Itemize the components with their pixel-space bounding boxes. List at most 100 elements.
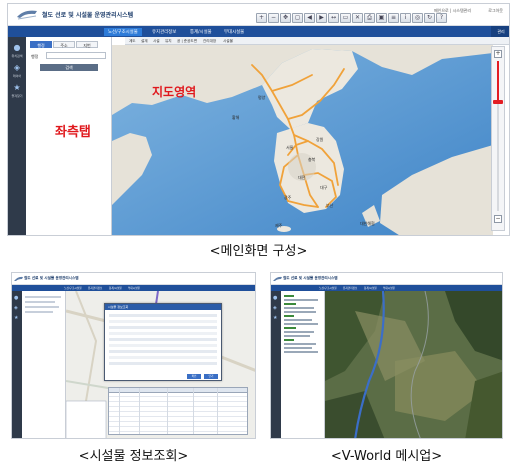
table-row[interactable] xyxy=(109,398,247,402)
nav-item[interactable]: 노선/구조시설물 xyxy=(64,286,82,290)
satellite-map-view[interactable] xyxy=(325,291,503,439)
facility-info-dialog[interactable]: 시설물 정보조회 확인 닫기 xyxy=(104,303,222,381)
form-row[interactable] xyxy=(109,320,217,323)
nav-item-statistics[interactable]: 통계/시설물 xyxy=(186,28,216,36)
list-item[interactable] xyxy=(25,306,59,308)
map-canvas[interactable] xyxy=(112,45,493,236)
tab-address[interactable]: 주소 xyxy=(53,41,75,48)
zoom-slider[interactable]: + − xyxy=(491,46,505,231)
distance-icon[interactable]: ↔ xyxy=(328,13,339,23)
subnav-item[interactable]: 시설물 xyxy=(223,39,233,44)
table-row[interactable] xyxy=(109,408,247,412)
pan-icon[interactable]: ✥ xyxy=(280,13,291,23)
star-icon[interactable]: ★ xyxy=(11,83,23,92)
star-icon[interactable]: ★ xyxy=(14,315,18,321)
side-icon-bar: ● ◈ ★ xyxy=(271,291,281,438)
tree-node[interactable] xyxy=(284,303,296,305)
nav-item[interactable]: 유지관리정보 xyxy=(343,286,357,290)
tab-lot[interactable]: 지번 xyxy=(76,41,98,48)
layers-icon[interactable]: ◈ xyxy=(11,63,23,72)
search-button[interactable]: 검색 xyxy=(40,64,98,71)
region-select[interactable] xyxy=(46,52,106,59)
form-row[interactable] xyxy=(109,326,217,329)
table-row[interactable] xyxy=(109,393,247,397)
subnav-item[interactable]: 계도 xyxy=(129,39,136,44)
facility-table xyxy=(108,387,248,435)
full-extent-icon[interactable]: ◻ xyxy=(292,13,303,23)
print-icon[interactable]: ⎙ xyxy=(364,13,375,23)
tree-node[interactable] xyxy=(284,351,318,353)
form-row[interactable] xyxy=(109,314,217,317)
table-row[interactable] xyxy=(109,423,247,427)
layers-icon[interactable]: ◈ xyxy=(14,305,18,311)
table-row[interactable] xyxy=(109,418,247,422)
main-nav: 노선/구조시설물 유지관리정보 통계/시설물 부대시설물 관리 xyxy=(8,26,509,37)
confirm-button[interactable]: 확인 xyxy=(187,374,201,379)
nav-admin[interactable]: 관리 xyxy=(491,26,509,37)
tree-node[interactable] xyxy=(284,315,294,317)
form-row[interactable] xyxy=(109,332,217,335)
form-row[interactable] xyxy=(109,356,217,359)
prev-extent-icon[interactable]: ◀ xyxy=(304,13,315,23)
nav-item[interactable]: 부대시설물 xyxy=(383,286,395,290)
tree-node[interactable] xyxy=(284,299,318,301)
zoom-handle[interactable] xyxy=(493,100,503,104)
zoom-minus-icon[interactable]: − xyxy=(494,215,502,223)
nav-item[interactable]: 통계/시설물 xyxy=(364,286,377,290)
logout-link[interactable]: 로그아웃 xyxy=(488,8,503,14)
next-extent-icon[interactable]: ▶ xyxy=(316,13,327,23)
subnav-item[interactable]: 설계 xyxy=(141,39,148,44)
table-row[interactable] xyxy=(109,413,247,417)
list-item[interactable] xyxy=(25,301,55,303)
save-icon[interactable]: ▣ xyxy=(376,13,387,23)
form-row[interactable] xyxy=(109,362,217,365)
tree-node[interactable] xyxy=(284,339,294,341)
tree-node[interactable] xyxy=(284,319,312,321)
tree-node[interactable] xyxy=(284,335,310,337)
area-icon[interactable]: ▭ xyxy=(340,13,351,23)
tree-node[interactable] xyxy=(284,347,312,349)
tree-node[interactable] xyxy=(284,343,316,345)
list-item[interactable] xyxy=(25,311,53,313)
star-icon[interactable]: ★ xyxy=(273,315,277,321)
map-pin-icon[interactable]: ● xyxy=(11,43,23,52)
zoom-out-icon[interactable]: − xyxy=(268,13,279,23)
table-row[interactable] xyxy=(109,428,247,432)
subnav-item[interactable]: 공 | 준공도면 xyxy=(177,39,197,44)
tab-admin[interactable]: 행정 xyxy=(30,41,52,48)
nav-item-maintenance[interactable]: 유지관리정보 xyxy=(148,28,180,36)
clear-icon[interactable]: ✕ xyxy=(352,13,363,23)
nav-item-facility[interactable]: 부대시설물 xyxy=(220,28,248,36)
list-item[interactable] xyxy=(25,296,61,298)
tree-node[interactable] xyxy=(284,331,314,333)
nav-item[interactable]: 유지관리정보 xyxy=(88,286,102,290)
map-pin-icon[interactable]: ● xyxy=(273,295,277,301)
tree-node[interactable] xyxy=(284,323,318,325)
layers-icon[interactable]: ◈ xyxy=(273,305,277,311)
overview-icon[interactable]: ◎ xyxy=(412,13,423,23)
map-pin-icon[interactable]: ● xyxy=(14,295,18,301)
subnav-item[interactable]: 관리대장 xyxy=(203,39,216,44)
close-button[interactable]: 닫기 xyxy=(204,374,218,379)
info-icon[interactable]: i xyxy=(400,13,411,23)
tree-node[interactable] xyxy=(284,307,314,309)
help-icon[interactable]: ? xyxy=(436,13,447,23)
zoom-plus-icon[interactable]: + xyxy=(494,50,502,58)
tree-node[interactable] xyxy=(284,311,316,313)
nav-item-route[interactable]: 노선/구조시설물 xyxy=(104,28,142,36)
form-row[interactable] xyxy=(109,344,217,347)
layer-icon[interactable]: ≡ xyxy=(388,13,399,23)
tree-node[interactable] xyxy=(284,295,294,297)
map-view[interactable]: 지도영역 평양 황해 서울 강원 충북 대전 대구 광주 부산 제주 대한해협 xyxy=(112,45,493,236)
form-row[interactable] xyxy=(109,350,217,353)
subnav-item[interactable]: 유지 xyxy=(165,39,172,44)
form-row[interactable] xyxy=(109,338,217,341)
nav-item[interactable]: 통계/시설물 xyxy=(109,286,122,290)
table-row[interactable] xyxy=(109,403,247,407)
tree-node[interactable] xyxy=(284,327,296,329)
refresh-icon[interactable]: ↻ xyxy=(424,13,435,23)
zoom-in-icon[interactable]: + xyxy=(256,13,267,23)
subnav-item[interactable]: 시설 xyxy=(153,39,160,44)
nav-item[interactable]: 노선/구조시설물 xyxy=(319,286,337,290)
nav-item[interactable]: 부대시설물 xyxy=(128,286,140,290)
